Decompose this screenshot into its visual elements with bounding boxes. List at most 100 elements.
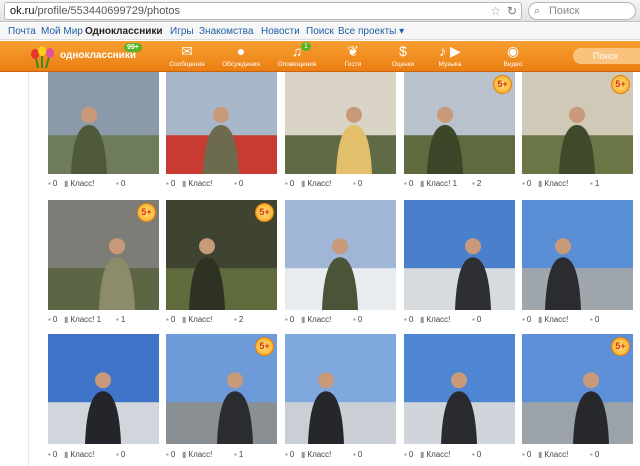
klass-button[interactable]: ▮ Класс! [182, 449, 212, 461]
klass-button[interactable]: ▮ Класс! 1 [64, 314, 101, 326]
klass-button[interactable]: ▮ Класс! [301, 178, 331, 190]
klass-button[interactable]: ▮ Класс! [182, 178, 212, 190]
share-count[interactable]: ▪ 0 [234, 178, 243, 190]
notifications-button[interactable]: ♫ Оповещения 1 [272, 42, 322, 72]
photo-thumbnail[interactable] [48, 334, 159, 444]
nav-all-projects[interactable]: Все проекты ▾ [338, 23, 404, 40]
share-count[interactable]: ▪ 0 [590, 449, 599, 461]
share-icon: ▪ [116, 315, 119, 324]
tulips-logo-icon[interactable] [28, 44, 58, 69]
comments-count[interactable]: ▪ 0 [404, 449, 413, 461]
rate-five-plus-badge[interactable]: 5+ [255, 203, 274, 222]
comments-count[interactable]: ▪ 0 [285, 178, 294, 190]
photo-thumbnail[interactable]: 5+ [522, 72, 633, 174]
photo-thumbnail[interactable] [404, 334, 515, 444]
klass-button[interactable]: ▮ Класс! [301, 449, 331, 461]
comments-count[interactable]: ▪ 0 [522, 314, 531, 326]
share-count[interactable]: ▪ 0 [353, 449, 362, 461]
share-count[interactable]: ▪ 1 [234, 449, 243, 461]
share-count-value: 0 [594, 450, 600, 459]
share-count[interactable]: ▪ 0 [116, 178, 125, 190]
klass-button[interactable]: ▮ Класс! [420, 449, 450, 461]
video-button[interactable]: ◉ Видео [488, 43, 538, 72]
share-count[interactable]: ▪ 0 [472, 314, 481, 326]
rate-five-plus-badge[interactable]: 5+ [137, 203, 156, 222]
url-domain: ok.ru [10, 5, 35, 17]
comments-count[interactable]: ▪ 0 [48, 178, 57, 190]
klass-button[interactable]: ▮ Класс! [64, 449, 94, 461]
comments-count-value: 0 [170, 450, 176, 459]
share-count[interactable]: ▪ 0 [472, 449, 481, 461]
comments-count[interactable]: ▪ 0 [522, 449, 531, 461]
share-count[interactable]: ▪ 0 [590, 314, 599, 326]
comments-count[interactable]: ▪ 0 [285, 314, 294, 326]
messages-button[interactable]: ✉ Сообщения [162, 43, 212, 72]
comment-icon: ▪ [48, 315, 51, 324]
guests-button[interactable]: ❦ Гости [328, 43, 378, 72]
share-count[interactable]: ▪ 2 [472, 178, 481, 190]
photo-thumbnail[interactable]: 5+ [166, 200, 277, 310]
comments-count[interactable]: ▪ 0 [48, 314, 57, 326]
klass-button[interactable]: ▮ Класс! [301, 314, 331, 326]
share-count[interactable]: ▪ 0 [353, 178, 362, 190]
nav-mail[interactable]: Почта [8, 23, 36, 40]
nav-odnoklassniki[interactable]: Одноклассники [85, 23, 163, 40]
like-icon: ▮ [182, 179, 187, 188]
nav-news[interactable]: Новости [261, 23, 300, 40]
rate-five-plus-badge[interactable]: 5+ [611, 75, 630, 94]
music-button[interactable]: ♪ ▶ Музыка [425, 43, 475, 72]
share-count[interactable]: ▪ 1 [590, 178, 599, 190]
discussions-button[interactable]: ● Обсуждения [216, 43, 266, 72]
photo-thumbnail[interactable] [285, 72, 396, 174]
rate-five-plus-badge[interactable]: 5+ [611, 337, 630, 356]
rate-five-plus-badge[interactable]: 5+ [493, 75, 512, 94]
share-count[interactable]: ▪ 2 [234, 314, 243, 326]
comments-count[interactable]: ▪ 0 [404, 314, 413, 326]
photo-thumbnail[interactable]: 5+ [166, 334, 277, 444]
klass-button[interactable]: ▮ Класс! [538, 449, 568, 461]
browser-search-input[interactable]: ⌕ Поиск [528, 2, 636, 20]
photo-thumbnail[interactable] [285, 334, 396, 444]
photo-thumbnail[interactable] [48, 72, 159, 174]
klass-label: Класс! 1 [70, 315, 102, 324]
photo-thumbnail[interactable]: 5+ [522, 334, 633, 444]
share-count[interactable]: ▪ 0 [353, 314, 362, 326]
site-search-placeholder: Поиск [593, 51, 618, 61]
comments-count[interactable]: ▪ 0 [166, 449, 175, 461]
logo-text[interactable]: одноклассники [60, 50, 136, 61]
rate-five-plus-badge[interactable]: 5+ [255, 337, 274, 356]
comments-count[interactable]: ▪ 0 [166, 178, 175, 190]
nav-games[interactable]: Игры [170, 23, 194, 40]
klass-label: Класс! [70, 450, 95, 459]
nav-search[interactable]: Поиск [306, 23, 334, 40]
klass-button[interactable]: ▮ Класс! [538, 314, 568, 326]
photo-thumbnail[interactable] [166, 72, 277, 174]
ratings-button[interactable]: $ Оценки [378, 43, 428, 72]
comments-count[interactable]: ▪ 0 [285, 449, 294, 461]
klass-button[interactable]: ▮ Класс! [64, 178, 94, 190]
klass-button[interactable]: ▮ Класс! [420, 314, 450, 326]
nav-moy-mir[interactable]: Мой Мир [41, 23, 83, 40]
share-count[interactable]: ▪ 0 [116, 449, 125, 461]
klass-button[interactable]: ▮ Класс! [538, 178, 568, 190]
reload-icon[interactable]: ↻ [507, 4, 517, 18]
photo-thumbnail[interactable] [522, 200, 633, 310]
nav-dating[interactable]: Знакомства [199, 23, 253, 40]
klass-button[interactable]: ▮ Класс! [182, 314, 212, 326]
photo-thumbnail[interactable] [285, 200, 396, 310]
comments-count[interactable]: ▪ 0 [48, 449, 57, 461]
klass-button[interactable]: ▮ Класс! 1 [420, 178, 457, 190]
bookmark-star-icon[interactable]: ☆ [490, 4, 501, 18]
photo-image [404, 200, 515, 310]
photo-image [522, 200, 633, 310]
comments-count[interactable]: ▪ 0 [522, 178, 531, 190]
photo-thumbnail[interactable]: 5+ [404, 72, 515, 174]
share-count-value: 1 [120, 315, 126, 324]
address-bar[interactable]: ok.ru/profile/553440699729/photos ☆ ↻ [4, 2, 522, 20]
share-count[interactable]: ▪ 1 [116, 314, 125, 326]
photo-thumbnail[interactable]: 5+ [48, 200, 159, 310]
comments-count[interactable]: ▪ 0 [404, 178, 413, 190]
comments-count[interactable]: ▪ 0 [166, 314, 175, 326]
site-search-input[interactable]: Поиск [573, 48, 640, 64]
photo-thumbnail[interactable] [404, 200, 515, 310]
